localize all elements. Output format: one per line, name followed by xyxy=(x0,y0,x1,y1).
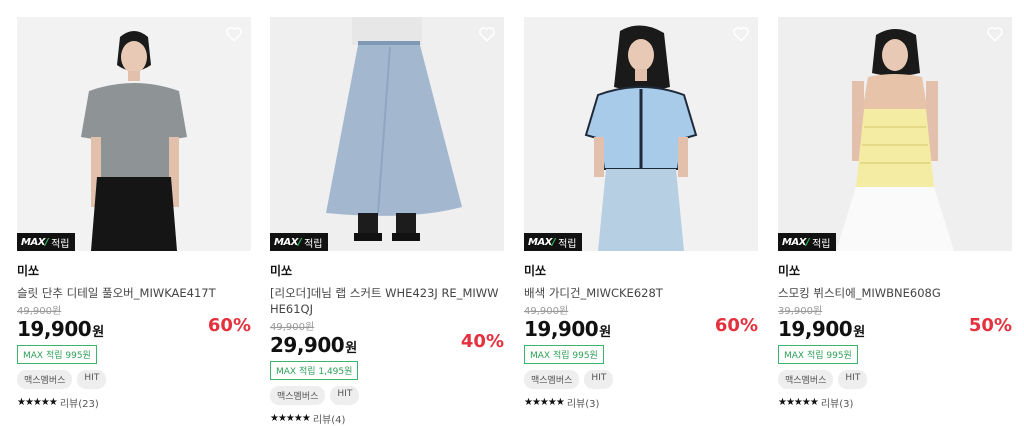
product-card[interactable]: MAX/적립 미쏘 스모킹 뷔스티에_MIWBNE608G 39,900원 19… xyxy=(778,17,1012,410)
heart-icon[interactable] xyxy=(225,25,243,43)
review-count[interactable]: 리뷰(23) xyxy=(60,395,99,410)
heart-icon[interactable] xyxy=(986,25,1004,43)
tag-list: 맥스멤버스 HIT xyxy=(524,370,758,389)
badge-label: 적립 xyxy=(304,238,323,250)
sale-price: 29,900 xyxy=(270,333,345,357)
product-photo xyxy=(270,17,504,251)
rating: ★★★★★ 리뷰(3) xyxy=(524,395,758,410)
reward-points: MAX 적립 995원 xyxy=(17,345,97,364)
product-image[interactable]: MAX/적립 xyxy=(17,17,251,251)
currency: 원 xyxy=(853,325,866,340)
currency: 원 xyxy=(599,325,612,340)
currency: 원 xyxy=(345,341,358,356)
product-photo xyxy=(524,17,758,251)
product-card[interactable]: MAX/적립 미쏘 배색 가디건_MIWCKE628T 49,900원 19,9… xyxy=(524,17,758,410)
tag-list: 맥스멤버스 HIT xyxy=(17,370,251,389)
star-rating: ★★★★★ xyxy=(17,397,58,408)
product-grid: MAX/적립 미쏘 슬릿 단추 디테일 풀오버_MIWKAE417T 49,90… xyxy=(0,0,1024,426)
badge-label: 적립 xyxy=(558,238,577,250)
review-count[interactable]: 리뷰(3) xyxy=(567,395,600,410)
rating: ★★★★★ 리뷰(3) xyxy=(778,395,1012,410)
product-name[interactable]: 스모킹 뷔스티에_MIWBNE608G xyxy=(778,285,1012,301)
max-reward-badge: MAX/적립 xyxy=(270,233,329,251)
brand-name[interactable]: 미쏘 xyxy=(270,262,504,279)
rating: ★★★★★ 리뷰(4) xyxy=(270,411,504,426)
max-reward-badge: MAX/적립 xyxy=(524,233,583,251)
badge-label: 적립 xyxy=(812,238,831,250)
tag-hit: HIT xyxy=(77,370,107,389)
price-row: 19,900원 50% xyxy=(778,315,1012,343)
max-reward-badge: MAX/적립 xyxy=(17,233,76,251)
tag-list: 맥스멤버스 HIT xyxy=(270,386,504,405)
heart-icon[interactable] xyxy=(478,25,496,43)
badge-label: 적립 xyxy=(51,238,70,250)
brand-name[interactable]: 미쏘 xyxy=(524,262,758,279)
product-card[interactable]: MAX/적립 미쏘 [리오더]데님 랩 스커트 WHE423J RE_MIWWH… xyxy=(270,17,504,426)
brand-name[interactable]: 미쏘 xyxy=(778,262,1012,279)
product-photo xyxy=(778,17,1012,251)
price-row: 29,900원 40% xyxy=(270,331,504,359)
reward-points: MAX 적립 995원 xyxy=(778,345,858,364)
product-name[interactable]: 슬릿 단추 디테일 풀오버_MIWKAE417T xyxy=(17,285,251,301)
product-name[interactable]: 배색 가디건_MIWCKE628T xyxy=(524,285,758,301)
star-rating: ★★★★★ xyxy=(270,413,311,424)
review-count[interactable]: 리뷰(3) xyxy=(821,395,854,410)
price-row: 19,900원 60% xyxy=(17,315,251,343)
tag-hit: HIT xyxy=(584,370,614,389)
reward-points: MAX 적립 995원 xyxy=(524,345,604,364)
tag-list: 맥스멤버스 HIT xyxy=(778,370,1012,389)
product-card[interactable]: MAX/적립 미쏘 슬릿 단추 디테일 풀오버_MIWKAE417T 49,90… xyxy=(17,17,251,410)
tag-members: 맥스멤버스 xyxy=(778,370,834,389)
rating: ★★★★★ 리뷰(23) xyxy=(17,395,251,410)
discount-rate: 50% xyxy=(968,315,1012,336)
product-image[interactable]: MAX/적립 xyxy=(270,17,504,251)
tag-hit: HIT xyxy=(330,386,360,405)
star-rating: ★★★★★ xyxy=(524,397,565,408)
discount-rate: 40% xyxy=(460,331,504,352)
reward-points: MAX 적립 1,495원 xyxy=(270,361,359,380)
max-reward-badge: MAX/적립 xyxy=(778,233,837,251)
price-row: 19,900원 60% xyxy=(524,315,758,343)
sale-price: 19,900 xyxy=(778,317,853,341)
discount-rate: 60% xyxy=(714,315,758,336)
heart-icon[interactable] xyxy=(732,25,750,43)
product-image[interactable]: MAX/적립 xyxy=(524,17,758,251)
tag-members: 맥스멤버스 xyxy=(17,370,73,389)
tag-members: 맥스멤버스 xyxy=(524,370,580,389)
review-count[interactable]: 리뷰(4) xyxy=(313,411,346,426)
tag-members: 맥스멤버스 xyxy=(270,386,326,405)
tag-hit: HIT xyxy=(838,370,868,389)
currency: 원 xyxy=(92,325,105,340)
discount-rate: 60% xyxy=(207,315,251,336)
sale-price: 19,900 xyxy=(17,317,92,341)
star-rating: ★★★★★ xyxy=(778,397,819,408)
product-image[interactable]: MAX/적립 xyxy=(778,17,1012,251)
product-name[interactable]: [리오더]데님 랩 스커트 WHE423J RE_MIWWHE61QJ xyxy=(270,285,504,317)
brand-name[interactable]: 미쏘 xyxy=(17,262,251,279)
sale-price: 19,900 xyxy=(524,317,599,341)
product-photo xyxy=(17,17,251,251)
